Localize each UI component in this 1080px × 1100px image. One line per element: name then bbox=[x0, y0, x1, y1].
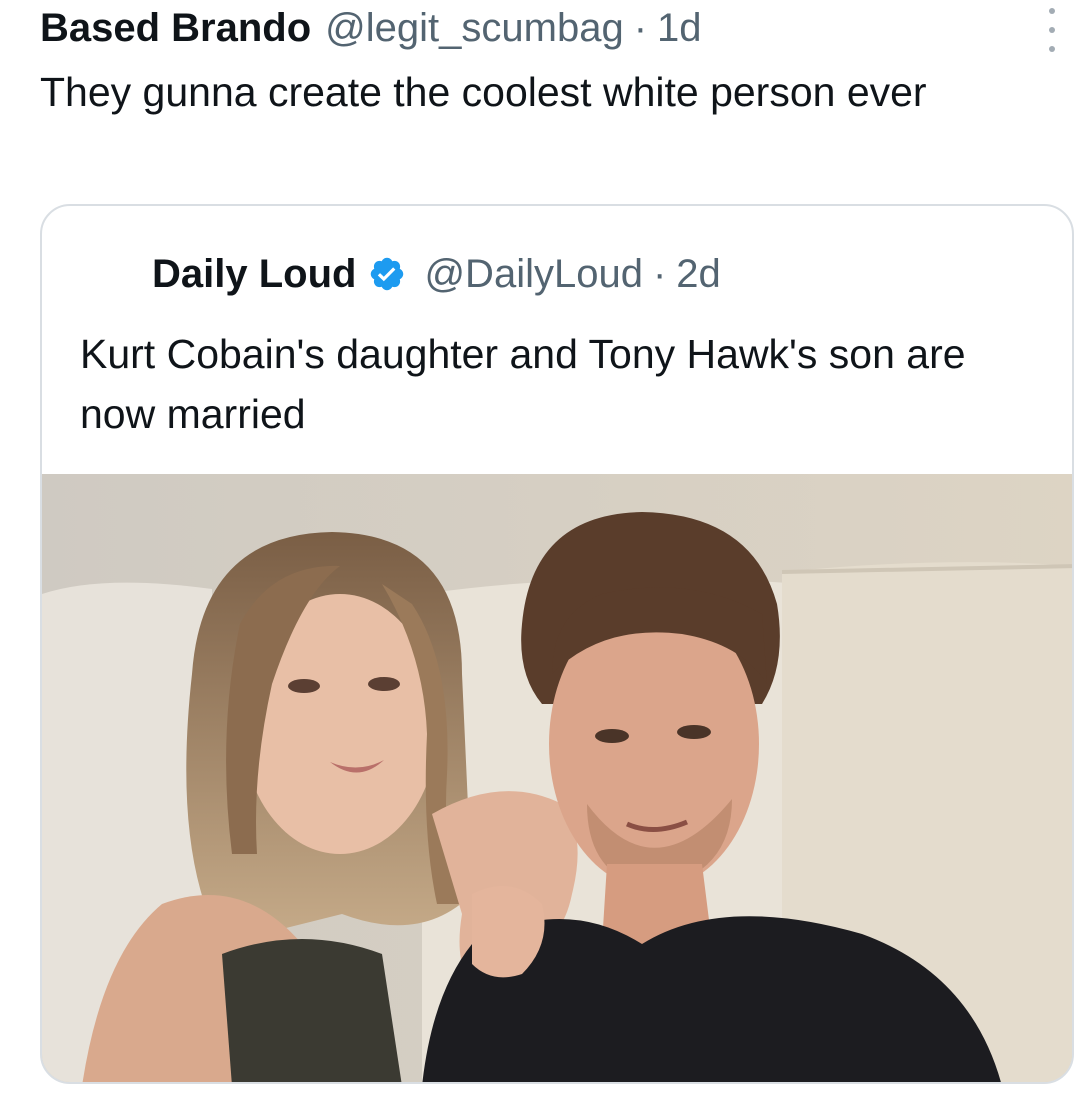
quoted-display-name[interactable]: Daily Loud bbox=[152, 252, 356, 297]
more-vertical-icon[interactable] bbox=[1042, 8, 1062, 52]
screenshot: Based Brando @legit_scumbag · 1d They gu… bbox=[0, 0, 1080, 1100]
quoted-handle[interactable]: @DailyLoud bbox=[424, 252, 643, 297]
quoted-avatar[interactable] bbox=[70, 254, 132, 316]
quoted-tweet-card[interactable]: Daily Loud @DailyLoud · 2d Kurt Cobain's… bbox=[40, 204, 1074, 1084]
tweet-header: Based Brando @legit_scumbag · 1d bbox=[40, 0, 702, 56]
quoted-tweet-text: Kurt Cobain's daughter and Tony Hawk's s… bbox=[80, 331, 966, 437]
quoted-header-separator: · bbox=[652, 251, 667, 296]
verified-badge-icon bbox=[368, 255, 406, 293]
tweet-timestamp[interactable]: 1d bbox=[657, 0, 702, 56]
quoted-tweet-photo[interactable] bbox=[42, 474, 1072, 1082]
tweet-text: They gunna create the coolest white pers… bbox=[40, 69, 927, 115]
author-display-name[interactable]: Based Brando bbox=[40, 0, 311, 56]
quoted-timestamp[interactable]: 2d bbox=[676, 252, 721, 297]
author-handle[interactable]: @legit_scumbag bbox=[325, 0, 624, 56]
quoted-tweet-header: Daily Loud @DailyLoud · 2d bbox=[152, 244, 721, 304]
header-separator: · bbox=[633, 6, 648, 50]
